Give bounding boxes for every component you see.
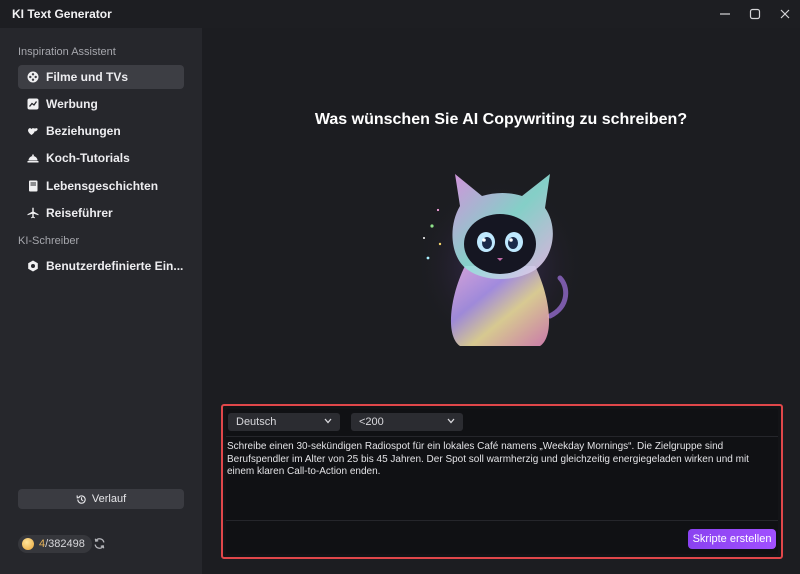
coin-icon <box>22 538 34 550</box>
sidebar-item-beziehungen[interactable]: Beziehungen <box>18 119 184 143</box>
sidebar-item-koch-tutorials[interactable]: Koch-Tutorials <box>18 146 184 170</box>
main-panel: Was wünschen Sie AI Copywriting zu schre… <box>202 28 800 574</box>
language-select[interactable]: Deutsch <box>228 413 340 431</box>
cloche-icon <box>27 152 39 164</box>
film-reel-icon <box>27 71 39 83</box>
close-button[interactable] <box>770 0 800 28</box>
sidebar-item-label: Werbung <box>46 97 98 111</box>
minimize-icon <box>720 13 730 15</box>
history-icon <box>76 494 87 505</box>
sidebar-item-label: Lebensgeschichten <box>46 179 159 193</box>
refresh-icon[interactable] <box>93 537 106 555</box>
language-select-value: Deutsch <box>236 416 277 428</box>
chevron-down-icon <box>447 418 455 424</box>
composer-body: Deutsch <200 Schreibe einen 30-sekündige… <box>226 409 778 554</box>
minimize-button[interactable] <box>710 0 740 28</box>
title-bar: KI Text Generator <box>0 0 800 28</box>
chevron-down-icon <box>324 418 332 424</box>
sidebar-item-label: Beziehungen <box>46 124 121 138</box>
sidebar-item-label: Koch-Tutorials <box>46 151 130 165</box>
length-select[interactable]: <200 <box>351 413 463 431</box>
credits-badge: 4/382498 <box>18 535 92 553</box>
divider <box>226 436 778 437</box>
book-icon <box>27 180 39 192</box>
sidebar: Inspiration Assistent Filme und TVs Werb… <box>0 28 202 574</box>
sidebar-item-benutzerdefiniert[interactable]: Benutzerdefinierte Ein... <box>18 254 184 278</box>
credits-total: /382498 <box>45 538 85 550</box>
sidebar-item-reisefuehrer[interactable]: Reiseführer <box>18 201 184 225</box>
section-label-inspiration: Inspiration Assistent <box>18 46 116 58</box>
sidebar-item-label: Reiseführer <box>46 206 113 220</box>
gear-icon <box>27 260 39 272</box>
prompt-composer: Deutsch <200 Schreibe einen 30-sekündige… <box>221 404 783 559</box>
prompt-textarea[interactable]: Schreibe einen 30-sekündigen Radiospot f… <box>227 441 777 479</box>
section-label-ki-schreiber: KI-Schreiber <box>18 235 80 247</box>
holographic-cat-illustration <box>415 174 585 354</box>
history-button[interactable]: Verlauf <box>18 489 184 509</box>
close-icon <box>780 9 790 19</box>
airplane-icon <box>27 207 39 219</box>
generate-scripts-button[interactable]: Skripte erstellen <box>688 529 776 549</box>
sidebar-item-werbung[interactable]: Werbung <box>18 92 184 116</box>
hearts-icon <box>27 125 39 137</box>
sidebar-item-label: Benutzerdefinierte Ein... <box>46 259 184 273</box>
page-title: Was wünschen Sie AI Copywriting zu schre… <box>314 111 688 128</box>
app-title: KI Text Generator <box>12 7 112 21</box>
window-controls <box>710 0 800 28</box>
length-select-value: <200 <box>359 416 384 428</box>
divider <box>226 520 778 521</box>
history-label: Verlauf <box>91 493 127 505</box>
sidebar-item-label: Filme und TVs <box>46 70 129 84</box>
sidebar-item-lebensgeschichten[interactable]: Lebensgeschichten <box>18 174 184 198</box>
sidebar-item-filme-und-tvs[interactable]: Filme und TVs <box>18 65 184 89</box>
maximize-icon <box>749 8 761 20</box>
trend-chart-icon <box>27 98 39 110</box>
maximize-button[interactable] <box>740 0 770 28</box>
